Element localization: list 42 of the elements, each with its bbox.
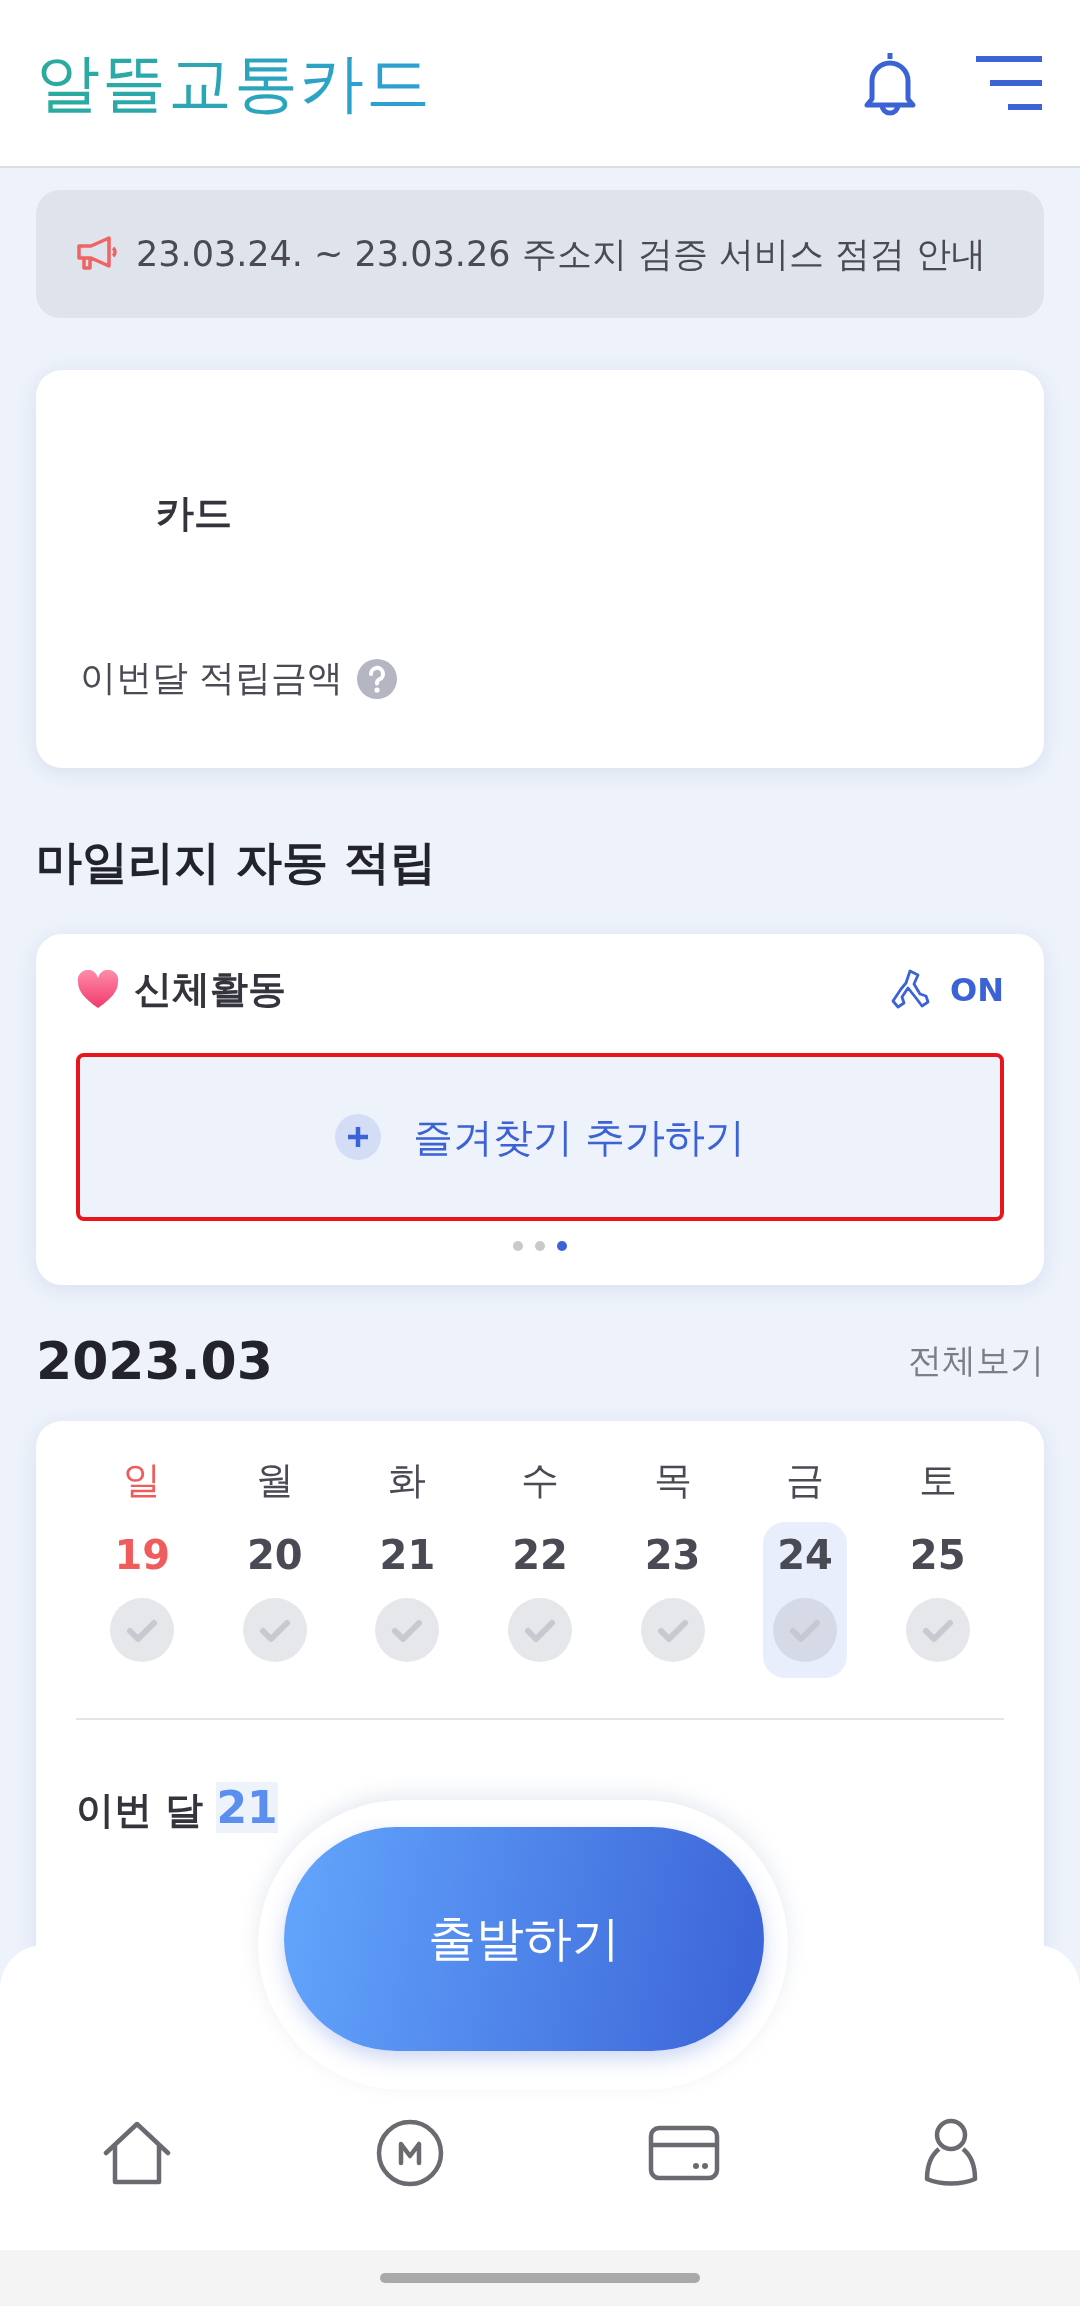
add-favorite-button[interactable]: 즐겨찾기 추가하기 (76, 1053, 1004, 1221)
card-icon[interactable] (647, 2124, 720, 2181)
date-number: 25 (909, 1532, 966, 1578)
day-cell[interactable]: 24 (763, 1522, 848, 1678)
monthly-count: 이번 달 21 (76, 1782, 278, 1835)
day-cell[interactable]: 21 (365, 1522, 450, 1678)
mileage-icon[interactable] (374, 2117, 445, 2188)
notice-banner[interactable]: 23.03.24. ~ 23.03.26 주소지 검증 서비스 점검 안내 (36, 190, 1044, 318)
weekday-label: 목 (653, 1457, 692, 1504)
day-cell[interactable]: 20 (232, 1522, 317, 1678)
day-cell[interactable]: 25 (895, 1522, 980, 1678)
date-number: 23 (644, 1532, 701, 1578)
weekday-label: 금 (786, 1457, 825, 1504)
weekday-label: 토 (918, 1457, 957, 1504)
weekday-label: 화 (388, 1457, 427, 1504)
month-title: 2023.03 (36, 1331, 273, 1391)
profile-icon[interactable] (922, 2116, 979, 2189)
home-icon[interactable] (101, 2120, 172, 2185)
date-number: 19 (114, 1532, 171, 1578)
card-title: 카드 (155, 490, 233, 537)
notice-text: 23.03.24. ~ 23.03.26 주소지 검증 서비스 점검 안내 (136, 232, 987, 276)
date-number: 24 (777, 1532, 833, 1578)
day-cell[interactable]: 22 (498, 1522, 582, 1678)
day-cell[interactable]: 23 (630, 1522, 715, 1678)
heart-icon (76, 969, 120, 1010)
page-dot[interactable] (535, 1241, 545, 1251)
date-number: 20 (247, 1532, 303, 1578)
weekday-label: 일 (123, 1457, 162, 1504)
weekday-label: 수 (521, 1457, 559, 1504)
menu-icon[interactable] (974, 55, 1044, 111)
plus-icon (334, 1114, 381, 1160)
activity-title: 신체활동 (134, 966, 286, 1013)
see-all-link[interactable]: 전체보기 (908, 1338, 1044, 1384)
page-dot[interactable] (557, 1241, 567, 1251)
section-title: 마일리지 자동 적립 (36, 834, 438, 891)
date-number: 21 (379, 1532, 436, 1578)
auto-status[interactable]: ON (950, 970, 1004, 1009)
balance-label: 이번달 적립금액 (80, 656, 344, 700)
weekday-label: 월 (255, 1457, 294, 1504)
date-number: 22 (512, 1532, 568, 1578)
page-dot[interactable] (513, 1241, 523, 1251)
megaphone-icon (76, 236, 120, 272)
